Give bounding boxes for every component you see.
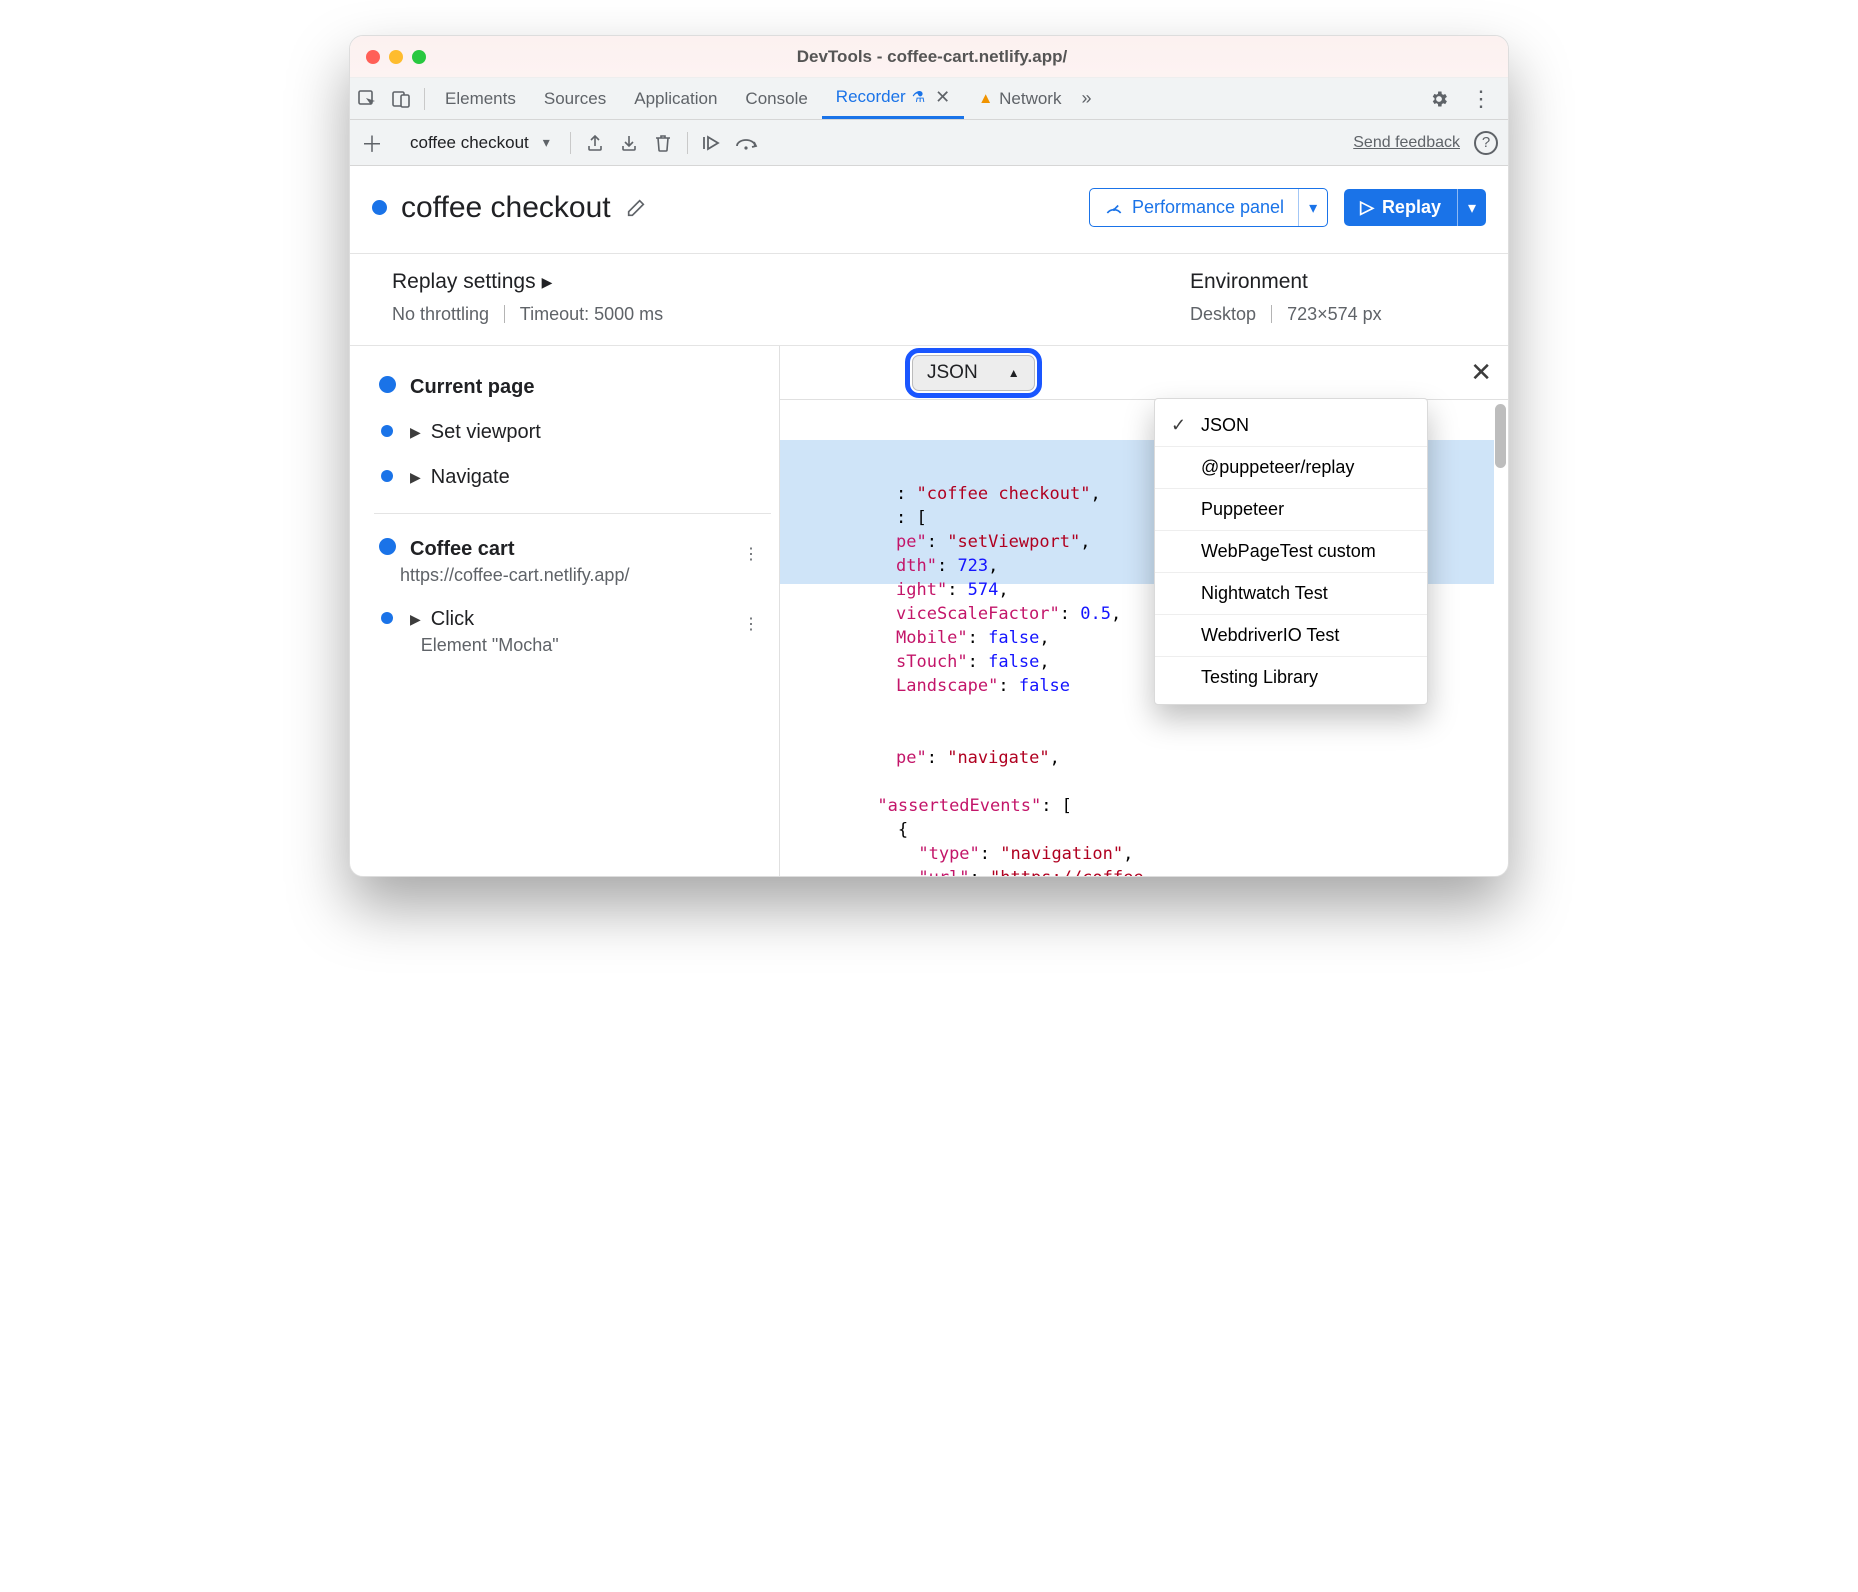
zoom-window-button[interactable] <box>412 50 426 64</box>
replay-button-label: Replay <box>1382 197 1441 218</box>
play-icon: ▷ <box>1360 197 1374 218</box>
step-click-sub: Element "Mocha" <box>421 635 733 656</box>
expand-caret-icon: ▶ <box>410 611 421 628</box>
devtools-tabs-bar: Elements Sources Application Console Rec… <box>350 78 1508 120</box>
device-toolbar-icon[interactable] <box>384 89 418 109</box>
chevron-right-icon: ▶ <box>542 274 553 291</box>
devtools-window: { "titlebar": { "title": "DevTools - cof… <box>349 35 1509 877</box>
recording-selector-label: coffee checkout <box>410 133 529 153</box>
replay-button[interactable]: ▷ Replay ▾ <box>1344 189 1486 226</box>
step-group-title: Coffee cart <box>410 538 733 561</box>
expand-caret-icon: ▶ <box>410 469 421 486</box>
recording-header: coffee checkout Performance panel ▾ ▷ Re… <box>350 166 1508 253</box>
tab-sources[interactable]: Sources <box>530 78 620 119</box>
step-over-icon[interactable] <box>732 129 760 157</box>
replay-settings-heading[interactable]: Replay settings ▶ <box>392 270 1190 294</box>
recording-status-dot <box>372 200 387 215</box>
close-window-button[interactable] <box>366 50 380 64</box>
step-navigate[interactable]: ▶ Navigate <box>374 454 771 499</box>
recording-selector[interactable]: coffee checkout ▾ <box>400 133 554 153</box>
help-icon[interactable]: ? <box>1474 131 1498 155</box>
format-option-json[interactable]: ✓JSON <box>1155 405 1427 446</box>
titlebar: DevTools - coffee-cart.netlify.app/ <box>350 36 1508 78</box>
minimize-window-button[interactable] <box>389 50 403 64</box>
replay-dropdown[interactable]: ▾ <box>1457 189 1486 226</box>
tab-elements[interactable]: Elements <box>431 78 530 119</box>
step-menu-icon[interactable]: ⋮ <box>733 538 771 570</box>
step-replay-icon[interactable] <box>698 129 726 157</box>
new-recording-button[interactable]: ＋ <box>360 127 384 159</box>
steps-pane: Current page ▶ Set viewport ▶ Navigate <box>350 346 780 876</box>
import-icon[interactable] <box>615 129 643 157</box>
code-pane: JSON ▲ ✕ ✓JSON @puppeteer/replay Puppete… <box>780 346 1508 876</box>
tab-console[interactable]: Console <box>731 78 821 119</box>
tab-recorder[interactable]: Recorder ⚗ ✕ <box>822 78 964 119</box>
delete-icon[interactable] <box>649 129 677 157</box>
kebab-menu-icon[interactable]: ⋮ <box>1464 86 1498 112</box>
window-controls <box>350 50 426 64</box>
caret-up-icon: ▲ <box>1008 366 1020 380</box>
replay-settings-bar: Replay settings ▶ No throttling Timeout:… <box>350 253 1508 346</box>
export-format-selected: JSON <box>927 362 978 384</box>
export-format-menu: ✓JSON @puppeteer/replay Puppeteer WebPag… <box>1154 398 1428 705</box>
gauge-icon <box>1104 198 1124 218</box>
throttling-value: No throttling <box>392 304 489 324</box>
expand-caret-icon: ▶ <box>410 424 421 441</box>
check-icon: ✓ <box>1171 415 1189 436</box>
warning-icon: ▲ <box>978 90 993 107</box>
chevron-down-icon: ▾ <box>543 134 550 151</box>
edit-title-icon[interactable] <box>625 197 647 219</box>
step-group-subtitle: https://coffee-cart.netlify.app/ <box>400 565 733 586</box>
step-group-title: Current page <box>410 376 771 399</box>
tab-application[interactable]: Application <box>620 78 731 119</box>
close-code-panel-icon[interactable]: ✕ <box>1470 357 1492 388</box>
performance-panel-dropdown[interactable]: ▾ <box>1298 189 1327 226</box>
format-option-puppeteer[interactable]: Puppeteer <box>1155 488 1427 530</box>
environment-device: Desktop <box>1190 304 1256 324</box>
format-option-testing-library[interactable]: Testing Library <box>1155 656 1427 698</box>
send-feedback-link[interactable]: Send feedback <box>1353 134 1460 152</box>
experiment-icon: ⚗ <box>912 88 925 106</box>
export-icon[interactable] <box>581 129 609 157</box>
environment-heading: Environment <box>1190 270 1480 294</box>
export-format-select[interactable]: JSON ▲ <box>912 355 1035 391</box>
window-title: DevTools - coffee-cart.netlify.app/ <box>426 47 1438 67</box>
step-menu-icon[interactable]: ⋮ <box>733 608 771 640</box>
inspect-element-icon[interactable] <box>350 89 384 109</box>
performance-panel-label: Performance panel <box>1132 197 1284 218</box>
step-click[interactable]: ▶ Click Element "Mocha" ⋮ <box>374 596 771 666</box>
format-option-puppeteer-replay[interactable]: @puppeteer/replay <box>1155 446 1427 488</box>
recording-title: coffee checkout <box>401 191 611 225</box>
scrollbar-thumb[interactable] <box>1495 404 1506 468</box>
recorder-toolbar: ＋ coffee checkout ▾ Send feedback ? <box>350 120 1508 166</box>
recorder-main: Current page ▶ Set viewport ▶ Navigate <box>350 346 1508 876</box>
settings-gear-icon[interactable] <box>1422 89 1456 109</box>
tab-network[interactable]: ▲ Network <box>964 78 1075 119</box>
more-tabs-button[interactable]: » <box>1075 88 1097 109</box>
format-option-webpagetest[interactable]: WebPageTest custom <box>1155 530 1427 572</box>
step-set-viewport[interactable]: ▶ Set viewport <box>374 409 771 454</box>
close-tab-icon[interactable]: ✕ <box>935 87 950 108</box>
timeout-value: Timeout: 5000 ms <box>520 304 663 324</box>
format-option-nightwatch[interactable]: Nightwatch Test <box>1155 572 1427 614</box>
performance-panel-button[interactable]: Performance panel ▾ <box>1089 188 1328 227</box>
format-option-webdriverio[interactable]: WebdriverIO Test <box>1155 614 1427 656</box>
environment-size: 723×574 px <box>1287 304 1382 324</box>
